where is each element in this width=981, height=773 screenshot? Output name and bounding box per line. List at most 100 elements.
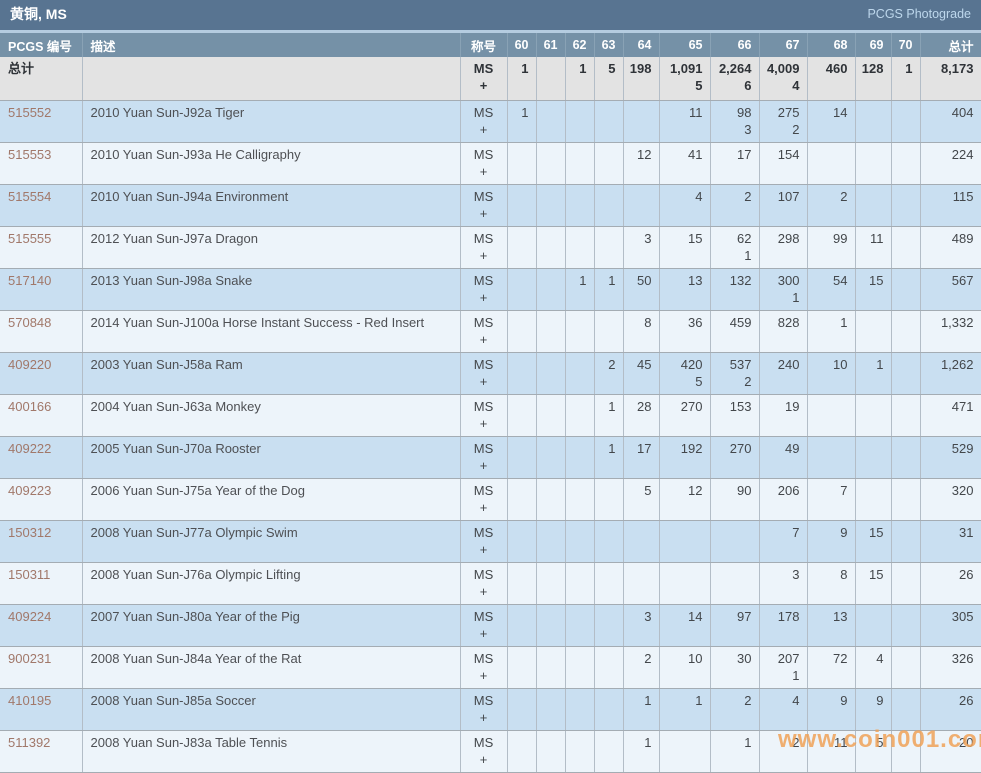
col-pcgs-number: PCGS 编号 [0,33,83,57]
pcgs-number-link[interactable]: 515553 [8,147,51,162]
row-total-cell: 224 [920,142,981,185]
grade-cell [891,520,921,563]
pcgs-number-link[interactable]: 515552 [8,105,51,120]
grade-cell [855,478,892,521]
grade-cell [507,310,537,353]
grade-cell [891,730,921,773]
grade-cell [594,226,624,269]
col-designation: 称号 [460,33,508,57]
pcgs-number-link[interactable]: 515555 [8,231,51,246]
grade-cell [891,268,921,311]
grade-cell: 11 [807,730,856,773]
description-cell: 2008 Yuan Sun-J83a Table Tennis [82,730,461,773]
designation-plus: + [479,415,488,431]
grade-cell: 7 [807,478,856,521]
grade-cell: 36 [659,310,711,353]
grade-cell: 2 [710,688,760,731]
designation-plus: + [479,331,488,347]
description-cell: 2013 Yuan Sun-J98a Snake [82,268,461,311]
designation-plus: + [479,709,488,725]
row-total-cell: 31 [920,520,981,563]
grade-cell [536,520,566,563]
table-row: 409224 2007 Yuan Sun-J80a Year of the Pig… [0,604,981,647]
photograde-link[interactable]: PCGS Photograde [867,7,971,21]
pcgs-number-link[interactable]: 570848 [8,315,51,330]
pcgs-number-cell: 515555 [0,226,83,269]
grade-cell: 8 [623,310,660,353]
table-row: 900231 2008 Yuan Sun-J84a Year of the Rat… [0,646,981,689]
grade-cell: 3 [623,604,660,647]
pcgs-number-link[interactable]: 409220 [8,357,51,372]
table-row: 511392 2008 Yuan Sun-J83a Table Tennis MS +… [0,730,981,773]
row-total-cell: 8,173 [920,57,981,101]
grade-cell [565,520,595,563]
description-cell: 2012 Yuan Sun-J97a Dragon [82,226,461,269]
grade-cell [565,310,595,353]
grade-cell: 206 [759,478,808,521]
grade-cell [891,352,921,395]
grade-cell: 300 1 [759,268,808,311]
pcgs-number-link[interactable]: 150312 [8,525,51,540]
grade-cell [536,646,566,689]
row-total-cell: 1,332 [920,310,981,353]
grade-cell [891,100,921,143]
grade-cell: 1 [855,352,892,395]
row-total-cell: 326 [920,646,981,689]
grade-cell [536,436,566,479]
pcgs-number-link[interactable]: 515554 [8,189,51,204]
grade-cell: 41 [659,142,711,185]
row-total-cell: 471 [920,394,981,437]
grade-cell [507,520,537,563]
grade-cell [891,142,921,185]
pcgs-number-cell: 409220 [0,352,83,395]
grade-cell: 4,009 4 [759,57,808,101]
pcgs-number-link[interactable]: 150311 [8,567,50,582]
grade-cell: 4 [855,646,892,689]
pcgs-number-link[interactable]: 410195 [8,693,51,708]
grade-cell [565,184,595,227]
grade-cell [710,520,760,563]
designation-cell: MS + [460,436,508,479]
grade-cell [891,394,921,437]
pcgs-number-cell: 900231 [0,646,83,689]
grade-cell [507,730,537,773]
column-header-row: PCGS 编号 描述 称号 60 61 62 63 64 65 66 67 68 69 70 总计 [0,33,981,57]
pcgs-number-link[interactable]: 900231 [8,651,51,666]
row-total-cell: 529 [920,436,981,479]
designation-ms: MS [473,314,494,330]
pcgs-number-link[interactable]: 409223 [8,483,51,498]
pcgs-number-link[interactable]: 400166 [8,399,51,414]
description-cell: 2010 Yuan Sun-J93a He Calligraphy [82,142,461,185]
grade-cell [536,142,566,185]
pcgs-number-cell: 409224 [0,604,83,647]
grade-cell [565,478,595,521]
pcgs-number-cell: 150312 [0,520,83,563]
row-total-cell: 1,262 [920,352,981,395]
row-total-cell: 489 [920,226,981,269]
designation-ms: MS [473,734,494,750]
grade-cell [659,520,711,563]
pcgs-number-link[interactable]: 517140 [8,273,51,288]
grade-cell: 107 [759,184,808,227]
row-total-cell: 26 [920,562,981,605]
designation-ms: MS [473,104,494,120]
pcgs-number-link[interactable]: 409222 [8,441,51,456]
grade-cell: 1 [623,688,660,731]
designation-ms: MS [473,146,494,162]
grade-cell: 2 [710,184,760,227]
pcgs-number-cell: 409222 [0,436,83,479]
grade-cell [855,142,892,185]
pcgs-number-link[interactable]: 511392 [8,735,50,750]
designation-cell: MS + [460,478,508,521]
grade-cell: 2 [807,184,856,227]
grade-cell: 50 [623,268,660,311]
totals-row: 总计 MS +1 1 5 198 1,091 5 2,264 6 4,009 4 460 128 1 8,17… [0,57,981,101]
grade-cell [891,310,921,353]
designation-plus: + [479,751,488,767]
grade-cell: 15 [659,226,711,269]
page-title: 黄铜, MS [10,5,67,22]
grade-cell: 11 [855,226,892,269]
grade-cell: 62 1 [710,226,760,269]
grade-cell: 828 [759,310,808,353]
pcgs-number-link[interactable]: 409224 [8,609,51,624]
